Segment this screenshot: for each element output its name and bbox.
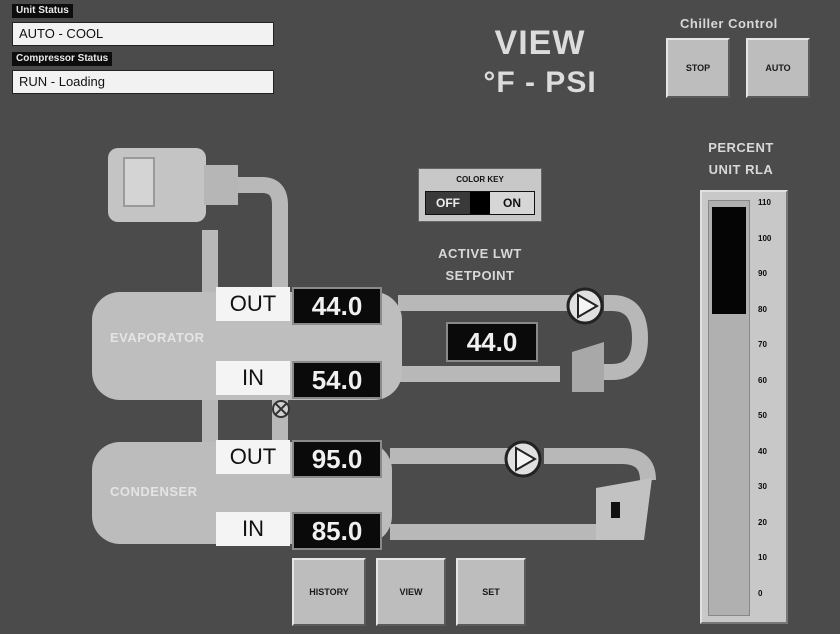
rla-indicator-bar <box>712 207 746 314</box>
rla-track <box>708 200 750 616</box>
cond-in-value: 85.0 <box>292 512 382 550</box>
return-arrow-block <box>572 342 604 392</box>
compressor-status-caption: Compressor Status <box>12 52 113 66</box>
units-title: °F - PSI <box>483 66 597 99</box>
rla-tick-label: 80 <box>758 304 767 314</box>
evap-out-value: 44.0 <box>292 287 382 325</box>
setpoint-label-line2: SETPOINT <box>445 268 515 283</box>
discharge-pipe <box>238 177 288 296</box>
color-key-panel: COLOR KEY OFF ON <box>418 168 542 222</box>
rla-title-line1: PERCENT <box>708 140 774 155</box>
cond-out-label: OUT <box>216 440 290 474</box>
rla-tick-label: 60 <box>758 375 767 385</box>
rla-title-line2: UNIT RLA <box>708 162 774 177</box>
cooling-tower-block <box>596 478 652 540</box>
view-button[interactable]: VIEW <box>376 558 446 626</box>
set-button[interactable]: SET <box>456 558 526 626</box>
rla-tick-label: 90 <box>758 269 767 278</box>
rla-tick-label: 10 <box>758 553 767 562</box>
rla-tick-label: 40 <box>758 446 767 456</box>
color-key-title: COLOR KEY <box>456 175 504 184</box>
evap-out-label: OUT <box>216 287 290 321</box>
color-key-on-label: ON <box>490 192 534 214</box>
cond-out-value: 95.0 <box>292 440 382 478</box>
evaporator-label: EVAPORATOR <box>110 330 205 345</box>
auto-button[interactable]: AUTO <box>746 38 810 98</box>
view-title: VIEW <box>494 24 586 62</box>
color-key-toggle[interactable]: OFF ON <box>425 191 535 215</box>
rla-gauge <box>700 190 788 624</box>
rla-tick-label: 30 <box>758 482 767 491</box>
rla-tick-label: 50 <box>758 411 767 420</box>
rla-tick-label: 0 <box>758 588 763 598</box>
cond-in-label: IN <box>216 512 290 546</box>
compressor-status-field: RUN - Loading <box>12 70 274 94</box>
rla-tick-label: 70 <box>758 340 767 349</box>
rla-tick-label: 20 <box>758 517 767 527</box>
toggle-slider <box>470 192 490 214</box>
chiller-view-screen: Unit Status AUTO - COOL Compressor Statu… <box>0 0 840 634</box>
stop-button[interactable]: STOP <box>666 38 730 98</box>
evap-in-value: 54.0 <box>292 361 382 399</box>
setpoint-label-line1: ACTIVE LWT <box>438 246 522 261</box>
evap-in-label: IN <box>216 361 290 395</box>
compressor-body <box>108 148 206 222</box>
chiller-control-title: Chiller Control <box>680 16 778 31</box>
rla-tick-label: 100 <box>758 233 772 243</box>
color-key-off-label: OFF <box>436 196 460 210</box>
rla-tick-label: 110 <box>758 198 771 207</box>
unit-status-caption: Unit Status <box>12 4 73 18</box>
setpoint-value[interactable]: 44.0 <box>446 322 538 362</box>
history-button[interactable]: HISTORY <box>292 558 366 626</box>
unit-status-field: AUTO - COOL <box>12 22 274 46</box>
condenser-label: CONDENSER <box>110 484 198 499</box>
